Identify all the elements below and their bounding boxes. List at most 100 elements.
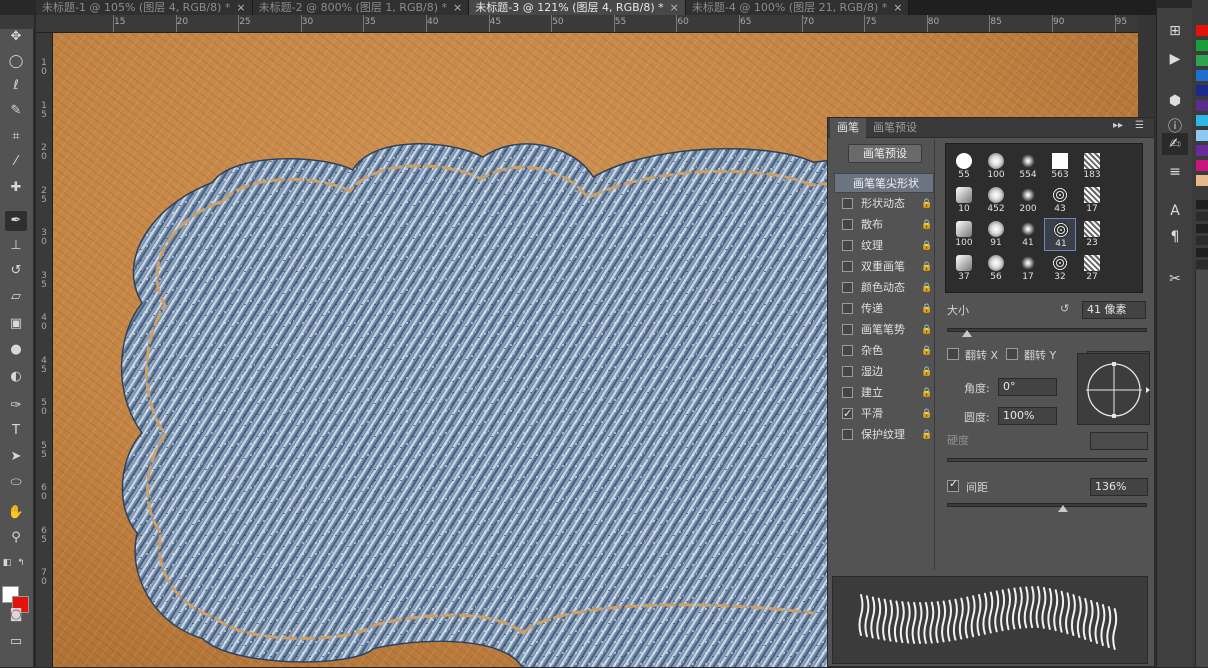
- lock-icon[interactable]: 🔒: [921, 299, 932, 319]
- eraser-tool-icon[interactable]: ▱: [5, 287, 27, 307]
- flip-y-checkbox[interactable]: [1006, 348, 1018, 360]
- color-swatch-dark[interactable]: [1196, 200, 1208, 209]
- option-checkbox[interactable]: [842, 366, 853, 377]
- option-checkbox[interactable]: [842, 261, 853, 272]
- lock-icon[interactable]: 🔒: [921, 278, 932, 298]
- spacing-checkbox[interactable]: [947, 477, 959, 492]
- lock-icon[interactable]: 🔒: [921, 362, 932, 382]
- spacing-slider-thumb[interactable]: [1058, 505, 1068, 512]
- brush-option-row[interactable]: 传递 🔒: [834, 299, 934, 319]
- brush-tip[interactable]: 41: [1012, 218, 1044, 251]
- brush-tip[interactable]: 10: [948, 184, 980, 217]
- document-tab[interactable]: 未标题-2 @ 800% (图层 1, RGB/8) * ×: [252, 0, 470, 15]
- brush-option-row[interactable]: 湿边 🔒: [834, 362, 934, 382]
- brush-option-row[interactable]: 散布 🔒: [834, 215, 934, 235]
- clone-stamp-tool-icon[interactable]: ⊥: [5, 236, 27, 256]
- option-checkbox[interactable]: [842, 404, 853, 424]
- marquee-tool-icon[interactable]: ◯: [5, 52, 27, 72]
- brush-tip[interactable]: 554: [1012, 150, 1044, 183]
- crop-tool-icon[interactable]: ⌗: [5, 127, 27, 147]
- angle-roundness-widget[interactable]: [1077, 353, 1150, 425]
- tab-brush-presets[interactable]: 画笔预设: [866, 118, 924, 138]
- option-checkbox[interactable]: [842, 219, 853, 230]
- color-swatch[interactable]: [1196, 100, 1208, 111]
- brush-tip[interactable]: 452: [980, 184, 1012, 217]
- brush-tip[interactable]: 17: [1076, 184, 1108, 217]
- document-tab[interactable]: 未标题-4 @ 100% (图层 21, RGB/8) * ×: [685, 0, 910, 15]
- document-tab[interactable]: 未标题-3 @ 121% (图层 4, RGB/8) * ×: [469, 0, 686, 15]
- color-swatch-dark[interactable]: [1196, 236, 1208, 245]
- option-checkbox[interactable]: [842, 198, 853, 209]
- brush-tip[interactable]: 100: [948, 218, 980, 251]
- default-colors-icon[interactable]: ◧: [0, 553, 14, 573]
- color-swatch[interactable]: [1196, 70, 1208, 81]
- close-tab-icon[interactable]: ×: [453, 1, 462, 14]
- color-swatch[interactable]: [1196, 40, 1208, 51]
- roundness-field[interactable]: 100%: [998, 407, 1057, 425]
- pen-tool-icon[interactable]: ✑: [5, 396, 27, 416]
- brush-option-row[interactable]: 双重画笔 🔒: [834, 257, 934, 277]
- lock-icon[interactable]: 🔒: [921, 236, 932, 256]
- brush-tip[interactable]: 17: [1012, 252, 1044, 285]
- close-tab-icon[interactable]: ×: [893, 1, 902, 14]
- brush-tip[interactable]: 23: [1076, 218, 1108, 251]
- color-swatch-dark[interactable]: [1196, 212, 1208, 221]
- blur-tool-icon[interactable]: ●: [5, 340, 27, 360]
- color-swatch[interactable]: [1196, 175, 1208, 186]
- color-swatch[interactable]: [1196, 130, 1208, 141]
- brush-option-row[interactable]: 颜色动态 🔒: [834, 278, 934, 298]
- lasso-tool-icon[interactable]: ℓ: [5, 76, 27, 96]
- color-swatch[interactable]: [1196, 145, 1208, 156]
- close-tab-icon[interactable]: ×: [670, 1, 679, 14]
- color-swatch-dark[interactable]: [1196, 224, 1208, 233]
- brush-tip[interactable]: 56: [980, 252, 1012, 285]
- type-tool-icon[interactable]: T: [5, 421, 27, 441]
- color-swatch[interactable]: [1196, 115, 1208, 126]
- color-swatch-dark[interactable]: [1196, 260, 1208, 269]
- lock-icon[interactable]: 🔒: [921, 404, 932, 424]
- brush-option-row[interactable]: 平滑 🔒: [834, 404, 934, 424]
- brush-tip[interactable]: 37: [948, 252, 980, 285]
- gradient-tool-icon[interactable]: ▣: [5, 314, 27, 334]
- brush-tool-icon[interactable]: ✒: [5, 211, 27, 231]
- 3d-panel-icon[interactable]: ⬢: [1162, 90, 1188, 112]
- lock-icon[interactable]: 🔒: [921, 320, 932, 340]
- zoom-tool-icon[interactable]: ⚲: [5, 528, 27, 548]
- hand-tool-icon[interactable]: ✋: [5, 503, 27, 523]
- collapsed-right-panel[interactable]: [1195, 270, 1208, 667]
- brush-tip[interactable]: 32: [1044, 252, 1076, 285]
- color-swatch[interactable]: [1196, 85, 1208, 96]
- reset-size-icon[interactable]: ↺: [1060, 302, 1069, 315]
- dodge-tool-icon[interactable]: ◐: [5, 367, 27, 387]
- option-checkbox[interactable]: [842, 387, 853, 398]
- history-brush-tool-icon[interactable]: ↺: [5, 261, 27, 281]
- size-field[interactable]: 41 像素: [1082, 301, 1146, 319]
- screen-mode-icon[interactable]: ▭: [5, 632, 27, 652]
- brush-tip[interactable]: 100: [980, 150, 1012, 183]
- flip-x-checkbox[interactable]: [947, 348, 959, 360]
- tool-presets-icon[interactable]: ✂: [1162, 268, 1188, 290]
- brush-tip[interactable]: 43: [1044, 184, 1076, 217]
- option-checkbox[interactable]: [842, 324, 853, 335]
- history-panel-icon[interactable]: ⊞: [1162, 20, 1188, 42]
- brush-option-row[interactable]: 保护纹理 🔒: [834, 425, 934, 445]
- option-checkbox[interactable]: [842, 282, 853, 293]
- tab-brush[interactable]: 画笔: [830, 118, 866, 138]
- brush-option-row[interactable]: 建立 🔒: [834, 383, 934, 403]
- brush-tip[interactable]: 91: [980, 218, 1012, 251]
- paragraph-panel-icon[interactable]: ¶: [1162, 226, 1188, 248]
- brush-tip[interactable]: 563: [1044, 150, 1076, 183]
- document-tab[interactable]: 未标题-1 @ 105% (图层 4, RGB/8) * ×: [36, 0, 253, 15]
- lock-icon[interactable]: 🔒: [921, 215, 932, 235]
- quick-select-tool-icon[interactable]: ✎: [5, 101, 27, 121]
- color-swatch[interactable]: [1196, 55, 1208, 66]
- brush-option-row[interactable]: 形状动态 🔒: [834, 194, 934, 214]
- quick-mask-icon[interactable]: ◙: [5, 605, 27, 625]
- brush-tip[interactable]: 200: [1012, 184, 1044, 217]
- swap-colors-icon[interactable]: ↰: [14, 553, 28, 573]
- color-swatch-dark[interactable]: [1196, 248, 1208, 257]
- close-tab-icon[interactable]: ×: [236, 1, 245, 14]
- spacing-field[interactable]: 136%: [1090, 478, 1148, 496]
- option-checkbox[interactable]: [842, 303, 853, 314]
- angle-field[interactable]: 0°: [998, 378, 1057, 396]
